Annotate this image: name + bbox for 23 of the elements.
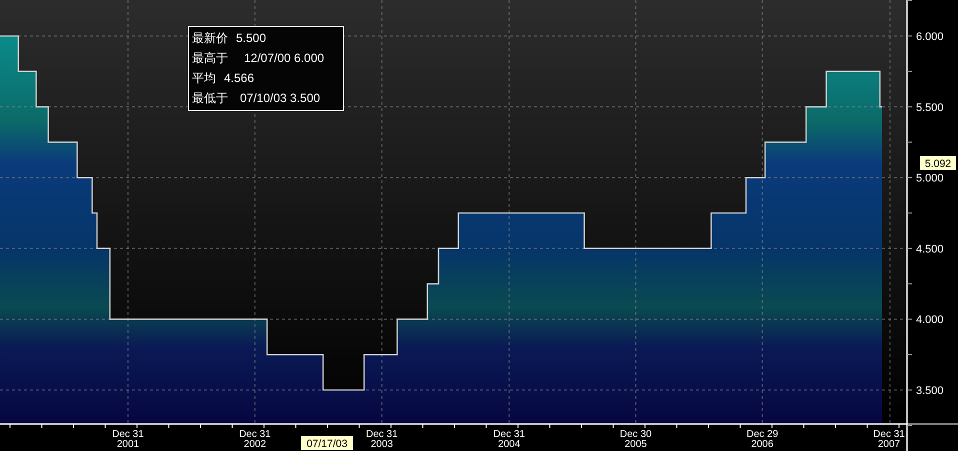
- legend-label: 最新价: [192, 30, 228, 47]
- legend-label: 平均: [192, 70, 216, 87]
- legend-label: 最高于: [192, 50, 228, 67]
- y-tick-label: 5.000: [916, 172, 944, 185]
- x-tick-label: Dec 30 2005: [620, 429, 652, 450]
- x-tick-label: Dec 31 2004: [493, 429, 525, 450]
- y-tick-label: 5.500: [916, 102, 944, 114]
- x-tick-label: Dec 31 2003: [366, 429, 398, 450]
- cursor-date-tag: 07/17/03: [301, 436, 353, 450]
- y-tick-label: 4.000: [916, 314, 944, 326]
- x-tick-label: Dec 31 2002: [239, 429, 271, 450]
- legend-label: 最低于: [192, 90, 228, 107]
- legend-value: 07/10/03 3.500: [239, 90, 320, 107]
- y-tick-label: 6.000: [916, 30, 944, 43]
- y-tick-label: 4.500: [916, 243, 944, 256]
- legend-value: 12/07/00 6.000: [243, 50, 324, 67]
- x-tick-label: Dec 29 2006: [746, 429, 778, 450]
- legend-value: 4.566: [223, 70, 254, 87]
- x-tick-label: Dec 31 2001: [112, 429, 144, 450]
- x-tick-label: Dec 31 2007: [873, 429, 905, 450]
- legend-value: 5.500: [235, 30, 266, 47]
- current-value-tag: 5.092: [920, 156, 956, 170]
- y-tick-label: 3.500: [916, 385, 944, 397]
